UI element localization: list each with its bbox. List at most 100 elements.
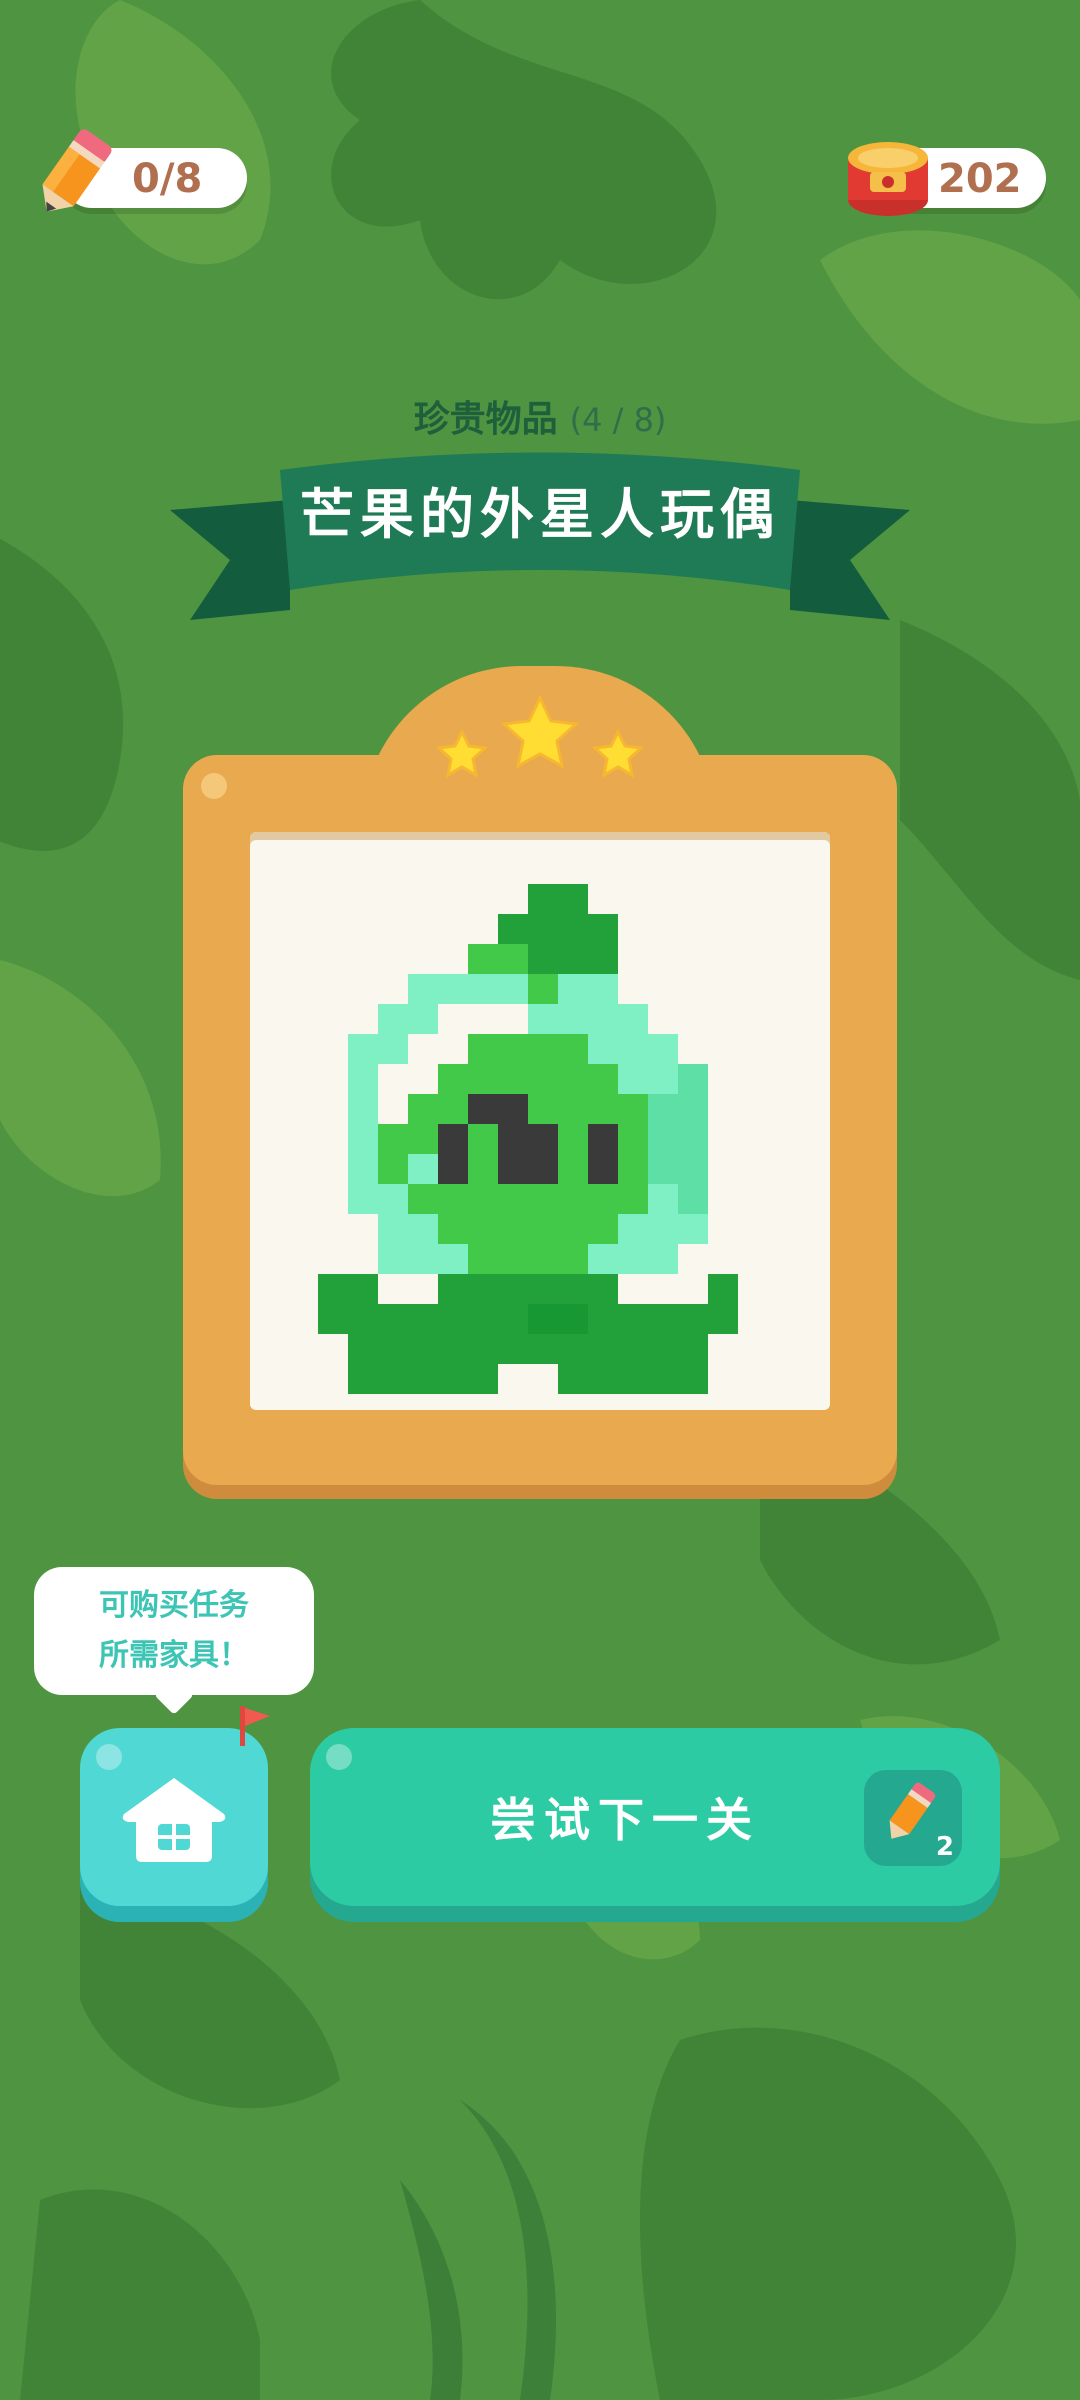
pixel: [498, 1124, 528, 1154]
pixel: [408, 1244, 438, 1274]
pixel: [588, 1034, 618, 1064]
pixel: [468, 1154, 498, 1184]
pixel: [558, 914, 588, 944]
pixel: [678, 1064, 708, 1094]
pixel: [378, 1364, 408, 1394]
try-next-level-button[interactable]: 尝试下一关 2: [310, 1728, 1000, 1906]
coin-count: 202: [938, 156, 1022, 202]
pixel: [528, 1274, 558, 1304]
pixel: [648, 1364, 678, 1394]
tip-line-2: 所需家具！: [99, 1638, 249, 1673]
pixel: [588, 944, 618, 974]
pixel: [468, 1274, 498, 1304]
pixel: [468, 1214, 498, 1244]
pixel: [588, 914, 618, 944]
pixel: [348, 1334, 378, 1364]
star-icon-center: [500, 694, 580, 769]
pixel: [558, 1274, 588, 1304]
pixel: [408, 1364, 438, 1394]
pixel: [408, 1304, 438, 1334]
pixel: [438, 1004, 468, 1034]
pixel: [438, 1334, 468, 1364]
pixel: [528, 1004, 558, 1034]
button-shine: [96, 1744, 122, 1770]
pixel: [378, 1154, 408, 1184]
pixel: [558, 884, 588, 914]
pixel: [438, 1124, 468, 1154]
pixel: [498, 914, 528, 944]
pixel: [648, 1214, 678, 1244]
pixel: [438, 1154, 468, 1184]
pencil-icon: [889, 1782, 936, 1839]
star-icon-left: [435, 728, 489, 778]
button-shine: [326, 1744, 352, 1770]
pixel: [528, 1124, 558, 1154]
pixel: [648, 1304, 678, 1334]
tip-bubble: 可购买任务 所需家具！: [34, 1567, 314, 1695]
pixel: [678, 1094, 708, 1124]
pixel: [558, 1064, 588, 1094]
pixel: [468, 1124, 498, 1154]
alien-doll-pixel-art: [318, 884, 738, 1394]
pixel: [528, 1244, 558, 1274]
next-level-label: 尝试下一关: [490, 1793, 760, 1847]
pixel: [468, 1034, 498, 1064]
pixel: [678, 1154, 708, 1184]
pixel: [618, 1304, 648, 1334]
pixel: [528, 1034, 558, 1064]
pixel: [558, 1364, 588, 1394]
pixel: [468, 1004, 498, 1034]
pixel: [678, 1184, 708, 1214]
pixel: [348, 1124, 378, 1154]
pixel: [408, 1184, 438, 1214]
pixel: [498, 974, 528, 1004]
pixel: [378, 1334, 408, 1364]
pixel: [498, 944, 528, 974]
pixel: [618, 1064, 648, 1094]
pixel: [588, 1334, 618, 1364]
pixel: [558, 974, 588, 1004]
pixel: [528, 1154, 558, 1184]
house-icon: [122, 1778, 226, 1862]
pixel: [318, 1304, 348, 1334]
pixel: [648, 1184, 678, 1214]
pixel: [588, 1124, 618, 1154]
pixel: [498, 1244, 528, 1274]
pixel: [678, 1364, 708, 1394]
pixel: [438, 1274, 468, 1304]
home-button[interactable]: [80, 1728, 268, 1906]
pixel: [438, 1244, 468, 1274]
pixel: [678, 1124, 708, 1154]
pixel: [438, 1034, 468, 1064]
pixel: [648, 1034, 678, 1064]
pixel: [648, 1334, 678, 1364]
pixel: [558, 1244, 588, 1274]
item-title: 芒果的外星人玩偶: [300, 483, 780, 546]
pixel: [558, 1154, 588, 1184]
pixel: [588, 1004, 618, 1034]
pixel: [468, 1364, 498, 1394]
tip-line-1: 可购买任务: [99, 1588, 249, 1623]
pencil-icon: [42, 129, 112, 212]
pixel: [528, 974, 558, 1004]
pixel: [528, 1304, 558, 1334]
star-icon-right: [591, 728, 645, 778]
pixel: [588, 1364, 618, 1394]
pencil-cost: 2: [935, 1832, 954, 1862]
pixel: [378, 1004, 408, 1034]
pixel: [468, 974, 498, 1004]
pixel: [438, 1184, 468, 1214]
pixel: [588, 1304, 618, 1334]
pixel: [558, 1094, 588, 1124]
pixel: [528, 1184, 558, 1214]
pixel: [498, 1334, 528, 1364]
pixel: [468, 1304, 498, 1334]
pixel: [378, 1214, 408, 1244]
pixel: [558, 1034, 588, 1064]
coin-jar-icon: [848, 142, 928, 216]
pixel: [348, 1154, 378, 1184]
pixel: [438, 1214, 468, 1244]
pixel: [408, 1064, 438, 1094]
pixel: [528, 884, 558, 914]
pixel: [648, 1154, 678, 1184]
